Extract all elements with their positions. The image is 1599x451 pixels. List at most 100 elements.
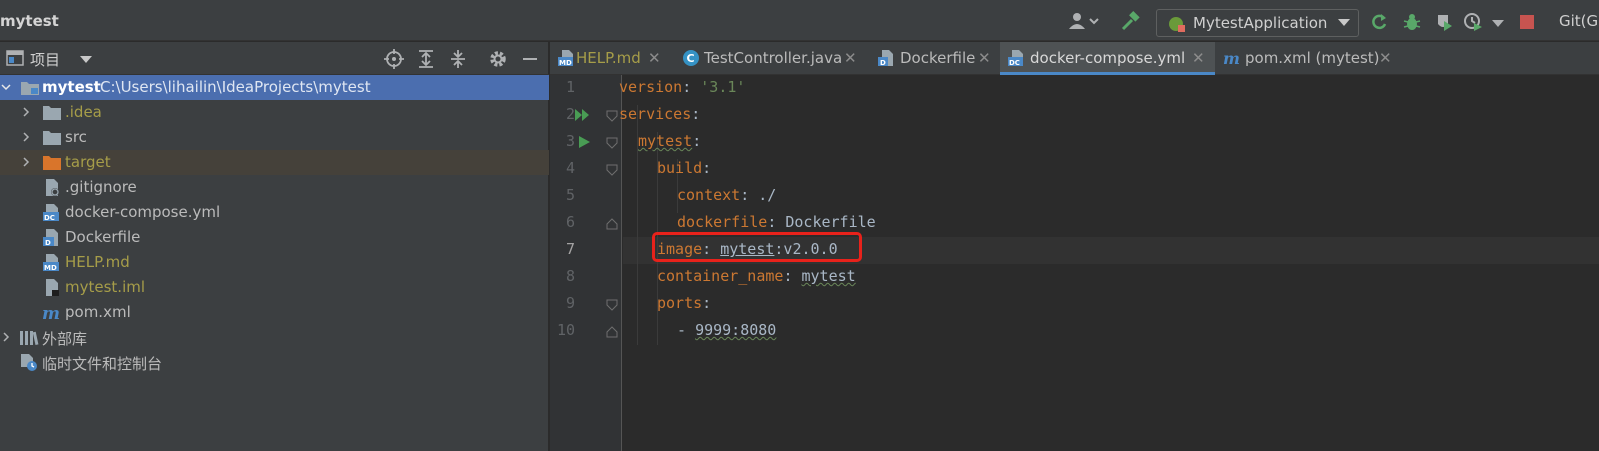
project-panel-header: 项目 — [0, 42, 549, 75]
close-icon[interactable]: ✕ — [1192, 49, 1205, 67]
line-number: 1 — [565, 78, 575, 96]
tree-item-idea[interactable]: .idea — [0, 100, 549, 125]
project-title: mytest — [0, 12, 59, 30]
code-editor[interactable]: version: '3.1' services: mytest: build: … — [619, 75, 1599, 451]
fold-marker-icon[interactable] — [606, 137, 618, 149]
project-panel-title[interactable]: 项目 — [30, 49, 60, 70]
spring-boot-icon — [1169, 17, 1185, 32]
tree-item-docker-compose[interactable]: DC docker-compose.yml — [0, 200, 549, 225]
tree-item-pom-xml[interactable]: m pom.xml — [0, 300, 549, 325]
tree-item-gitignore[interactable]: .gitignore — [0, 175, 549, 200]
fold-marker-icon[interactable] — [606, 299, 618, 311]
scratches-icon — [21, 354, 37, 371]
close-icon[interactable]: ✕ — [978, 49, 991, 67]
chevron-right-icon[interactable] — [21, 132, 31, 142]
svg-text:D: D — [45, 239, 51, 247]
run-configuration-selector[interactable]: MytestApplication — [1156, 9, 1359, 37]
collapse-all-icon[interactable] — [448, 49, 468, 69]
line-number: 3 — [565, 132, 575, 150]
svg-text:D: D — [880, 59, 886, 67]
library-icon — [20, 331, 39, 346]
stop-icon[interactable] — [1517, 12, 1537, 32]
markdown-file-icon: MD — [43, 254, 59, 272]
user-icon[interactable] — [1068, 11, 1102, 31]
svg-text:DC: DC — [44, 214, 55, 222]
debug-bug-icon[interactable] — [1402, 12, 1422, 32]
code-line-1: version: '3.1' — [619, 78, 746, 96]
tab-label: pom.xml (mytest) — [1245, 49, 1380, 67]
tree-item-src[interactable]: src — [0, 125, 549, 150]
tree-item-label: HELP.md — [65, 253, 130, 271]
line-number: 2 — [565, 105, 575, 123]
docker-compose-file-icon: DC — [1008, 50, 1023, 67]
coverage-icon[interactable] — [1434, 12, 1454, 32]
minimize-icon[interactable] — [520, 49, 540, 69]
close-icon[interactable]: ✕ — [1379, 49, 1392, 67]
tree-item-mytest-iml[interactable]: mytest.iml — [0, 275, 549, 300]
code-line-2: services: — [619, 105, 701, 123]
tab-pom-xml[interactable]: m pom.xml (mytest) ✕ — [1215, 42, 1400, 75]
svg-text:MD: MD — [559, 59, 572, 67]
svg-text:DC: DC — [1009, 59, 1020, 67]
docker-compose-file-icon: DC — [43, 204, 59, 222]
tree-item-help-md[interactable]: MD HELP.md — [0, 250, 549, 275]
tree-item-label: 临时文件和控制台 — [42, 355, 163, 373]
run-configuration-label: MytestApplication — [1193, 14, 1328, 32]
code-line-5: context: ./ — [677, 186, 777, 204]
build-hammer-icon[interactable] — [1120, 11, 1142, 31]
git-menu[interactable]: Git(G) — [1559, 12, 1599, 30]
tree-item-label: .idea — [65, 103, 102, 121]
project-path: C:\Users\lihailin\IdeaProjects\mytest — [100, 78, 371, 96]
fold-end-marker-icon[interactable] — [606, 326, 618, 338]
tree-item-mytest[interactable]: mytest C:\Users\lihailin\IdeaProjects\my… — [0, 75, 549, 100]
dockerfile-icon: D — [43, 229, 58, 247]
tab-label: docker-compose.yml — [1030, 49, 1186, 67]
svg-text:C: C — [687, 52, 695, 65]
close-icon[interactable]: ✕ — [648, 49, 661, 67]
rerun-icon[interactable] — [1369, 12, 1389, 32]
profiler-icon[interactable] — [1463, 12, 1483, 32]
tree-item-label: src — [65, 128, 87, 146]
tree-item-dockerfile[interactable]: D Dockerfile — [0, 225, 549, 250]
fold-end-marker-icon[interactable] — [606, 218, 618, 230]
run-all-services-icon[interactable] — [574, 107, 590, 123]
dockerfile-icon: D — [878, 50, 893, 67]
tree-item-label: mytest.iml — [65, 278, 146, 296]
tree-item-scratches-and-consoles[interactable]: 临时文件和控制台 — [0, 350, 549, 375]
line-number: 10 — [556, 321, 575, 339]
fold-marker-icon[interactable] — [606, 110, 618, 122]
chevron-down-icon[interactable] — [1, 82, 11, 92]
iml-file-icon — [46, 279, 59, 296]
folder-icon — [43, 106, 61, 120]
line-number: 8 — [565, 267, 575, 285]
code-line-9: ports: — [657, 294, 712, 312]
locate-file-icon[interactable] — [384, 49, 404, 69]
tree-item-label: Dockerfile — [65, 228, 141, 246]
tree-item-label: target — [65, 153, 111, 171]
chevron-down-icon[interactable] — [80, 56, 92, 63]
tab-dockerfile[interactable]: D Dockerfile ✕ — [870, 42, 1000, 75]
line-number: 4 — [565, 159, 575, 177]
code-line-4: build: — [657, 159, 712, 177]
gear-icon[interactable] — [488, 49, 508, 69]
expand-all-icon[interactable] — [416, 49, 436, 69]
chevron-right-icon[interactable] — [1, 332, 11, 342]
tree-item-external-libraries[interactable]: 外部库 — [0, 325, 549, 350]
tree-item-target[interactable]: target — [0, 150, 549, 175]
tab-test-controller[interactable]: C TestController.java ✕ — [674, 42, 870, 75]
fold-marker-icon[interactable] — [606, 164, 618, 176]
code-line-3: mytest: — [638, 132, 702, 150]
project-panel: 项目 mytest C:\Users\lihailin\IdeaProjects… — [0, 42, 549, 451]
code-line-10: - 9999:8080 — [677, 321, 777, 339]
run-service-icon[interactable] — [576, 134, 592, 150]
line-number: 6 — [565, 213, 575, 231]
chevron-right-icon[interactable] — [21, 157, 31, 167]
code-line-6: dockerfile: Dockerfile — [677, 213, 876, 231]
close-icon[interactable]: ✕ — [844, 49, 857, 67]
tab-help-md[interactable]: MD HELP.md ✕ — [550, 42, 674, 75]
chevron-down-icon[interactable] — [1488, 12, 1508, 32]
maven-file-icon: m — [42, 304, 60, 322]
line-number: 9 — [565, 294, 575, 312]
chevron-right-icon[interactable] — [21, 107, 31, 117]
tab-docker-compose[interactable]: DC docker-compose.yml ✕ — [1000, 42, 1215, 75]
